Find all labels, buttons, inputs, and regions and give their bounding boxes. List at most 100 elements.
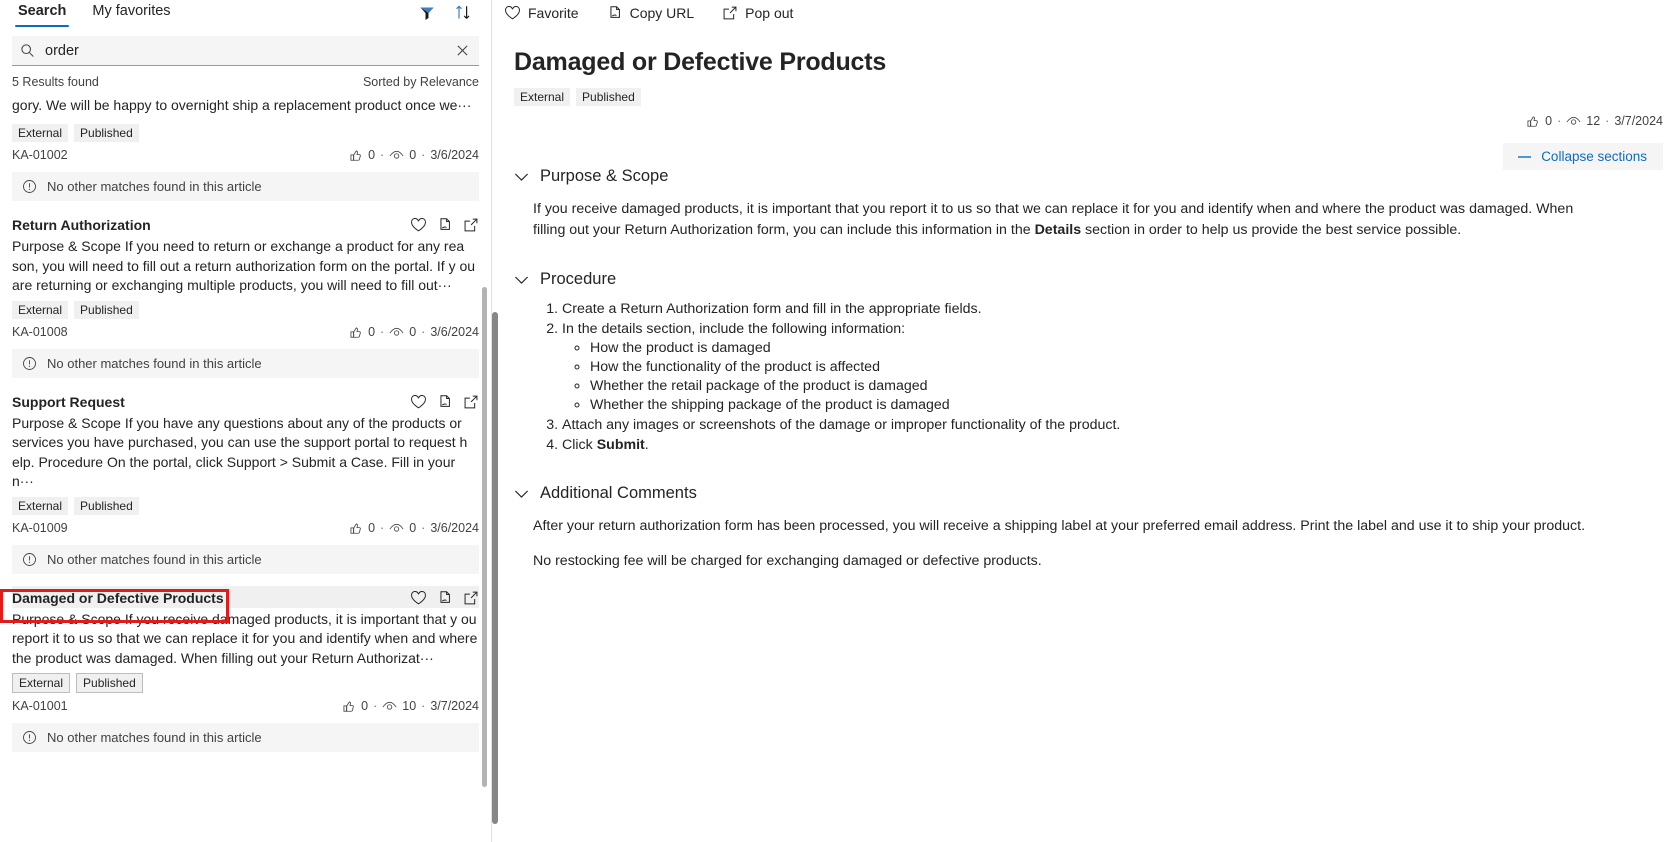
status-badge: Published	[76, 673, 143, 693]
procedure-step-text: In the details section, include the foll…	[562, 321, 906, 337]
procedure-substep: How the product is damaged	[590, 339, 1663, 358]
results-scrollbar[interactable]	[482, 287, 487, 787]
section-purpose-scope: Purpose & Scope If you receive damaged p…	[514, 162, 1663, 241]
section-header-purpose-scope[interactable]: Purpose & Scope	[514, 162, 1663, 191]
pop-out-icon[interactable]	[463, 217, 479, 233]
status-badge: External	[12, 300, 69, 319]
article-number: KA-01001	[12, 699, 68, 713]
article-scrollbar[interactable]	[492, 312, 498, 824]
info-icon	[22, 179, 37, 194]
status-badge: Published	[576, 88, 641, 106]
section-title: Additional Comments	[540, 484, 697, 502]
result-date: 3/6/2024	[430, 520, 479, 535]
copy-url-icon[interactable]	[437, 590, 453, 606]
result-tags: External Published	[12, 492, 479, 518]
result-title[interactable]: Damaged or Defective Products	[12, 590, 224, 606]
info-icon	[22, 552, 37, 567]
result-date: 3/6/2024	[430, 148, 479, 162]
like-icon	[1526, 114, 1540, 128]
panel-tools	[419, 0, 479, 21]
view-icon	[382, 699, 397, 713]
heart-icon[interactable]	[410, 217, 427, 233]
article-number: KA-01008	[12, 324, 68, 339]
like-count: 0	[368, 520, 376, 535]
section-header-procedure[interactable]: Procedure	[514, 265, 1663, 294]
section-title: Procedure	[540, 270, 617, 288]
heart-icon[interactable]	[410, 590, 427, 606]
result-header: Damaged or Defective Products	[12, 585, 479, 608]
article-date: 3/7/2024	[1614, 114, 1663, 128]
like-count: 0	[361, 699, 369, 713]
tab-search-label: Search	[18, 3, 67, 19]
result-snippet: Purpose & Scope If you need to return or…	[12, 238, 476, 293]
view-count: 12	[1586, 114, 1601, 128]
result-actions	[410, 590, 479, 606]
no-matches-banner: No other matches found in this article	[12, 172, 479, 201]
result-header: Return Authorization	[12, 213, 479, 235]
result-meta: KA-01008 0 · 0 · 3/6/2024	[12, 322, 479, 345]
copy-url-icon	[607, 5, 623, 21]
pop-out-icon[interactable]	[463, 394, 479, 410]
status-badge: Published	[74, 124, 139, 142]
view-icon	[1566, 114, 1581, 128]
filter-icon[interactable]	[419, 5, 435, 21]
copy-url-icon[interactable]	[437, 394, 453, 410]
procedure-step: Create a Return Authorization form and f…	[562, 300, 1663, 319]
separator: ·	[1605, 114, 1610, 128]
search-icon	[20, 43, 35, 58]
sort-icon[interactable]	[455, 4, 471, 21]
tab-my-favorites[interactable]: My favorites	[86, 0, 176, 27]
no-matches-banner: No other matches found in this article	[12, 723, 479, 752]
section-header-additional-comments[interactable]: Additional Comments	[514, 479, 1663, 508]
section-procedure: Procedure Create a Return Authorization …	[514, 265, 1663, 455]
status-badge: External	[12, 496, 69, 515]
search-input[interactable]	[43, 41, 454, 60]
collapse-sections-button[interactable]: Collapse sections	[1503, 143, 1663, 170]
copy-url-icon[interactable]	[437, 217, 453, 233]
article-sections: Purpose & Scope If you receive damaged p…	[506, 106, 1663, 572]
tab-search[interactable]: Search	[12, 0, 72, 27]
search-area	[0, 32, 491, 66]
list-item[interactable]: Support Request Purpose & Scope If you h…	[12, 390, 479, 586]
favorite-button[interactable]: Favorite	[500, 3, 583, 23]
view-count: 0	[409, 520, 417, 535]
pop-out-label: Pop out	[745, 5, 794, 21]
no-matches-text: No other matches found in this article	[47, 730, 262, 745]
pop-out-button[interactable]: Pop out	[718, 3, 797, 23]
article-number: KA-01002	[12, 148, 68, 162]
clear-search-icon[interactable]	[454, 44, 471, 57]
minus-icon	[1517, 152, 1532, 162]
copy-url-button[interactable]: Copy URL	[603, 3, 699, 23]
procedure-step: Attach any images or screenshots of the …	[562, 416, 1663, 435]
app-root: Search My favorites order 5 Results foun…	[0, 0, 1677, 842]
article-stats: 0 · 12 · 3/7/2024	[1526, 114, 1663, 128]
list-item[interactable]: Return Authorization Purpose & Scope If …	[12, 213, 479, 390]
sorted-by[interactable]: Sorted by Relevance	[363, 75, 479, 89]
result-meta: KA-01002 0 · 0 · 3/6/2024	[12, 145, 479, 168]
result-title[interactable]: Return Authorization	[12, 217, 151, 233]
section-additional-comments: Additional Comments After your return au…	[514, 479, 1663, 572]
search-box[interactable]	[12, 36, 479, 66]
list-item[interactable]: gory. We will be happy to overnight ship…	[12, 93, 479, 213]
result-stats: 0 · 0 · 3/6/2024	[349, 521, 479, 535]
procedure-substep: Whether the shipping package of the prod…	[590, 396, 1663, 415]
result-title[interactable]: Support Request	[12, 394, 125, 410]
separator: ·	[380, 148, 385, 162]
result-date: 3/6/2024	[430, 324, 479, 339]
view-icon	[389, 148, 404, 162]
list-item-selected[interactable]: Damaged or Defective Products Purpose & …	[12, 585, 479, 765]
paragraph: No restocking fee will be charged for ex…	[533, 553, 1042, 569]
result-actions	[410, 394, 479, 410]
chevron-down-icon	[514, 172, 529, 182]
separator: ·	[373, 699, 378, 713]
results-list[interactable]: gory. We will be happy to overnight ship…	[0, 93, 491, 842]
no-matches-text: No other matches found in this article	[47, 551, 262, 567]
article-tags: External Published	[506, 77, 1663, 106]
heart-icon[interactable]	[410, 394, 427, 410]
like-count: 0	[1545, 114, 1553, 128]
paragraph: After your return authorization form has…	[533, 518, 1586, 534]
result-header: Support Request	[12, 390, 479, 412]
copy-url-label: Copy URL	[629, 5, 695, 21]
pop-out-icon[interactable]	[463, 590, 479, 606]
result-snippet: gory. We will be happy to overnight ship…	[12, 97, 472, 113]
